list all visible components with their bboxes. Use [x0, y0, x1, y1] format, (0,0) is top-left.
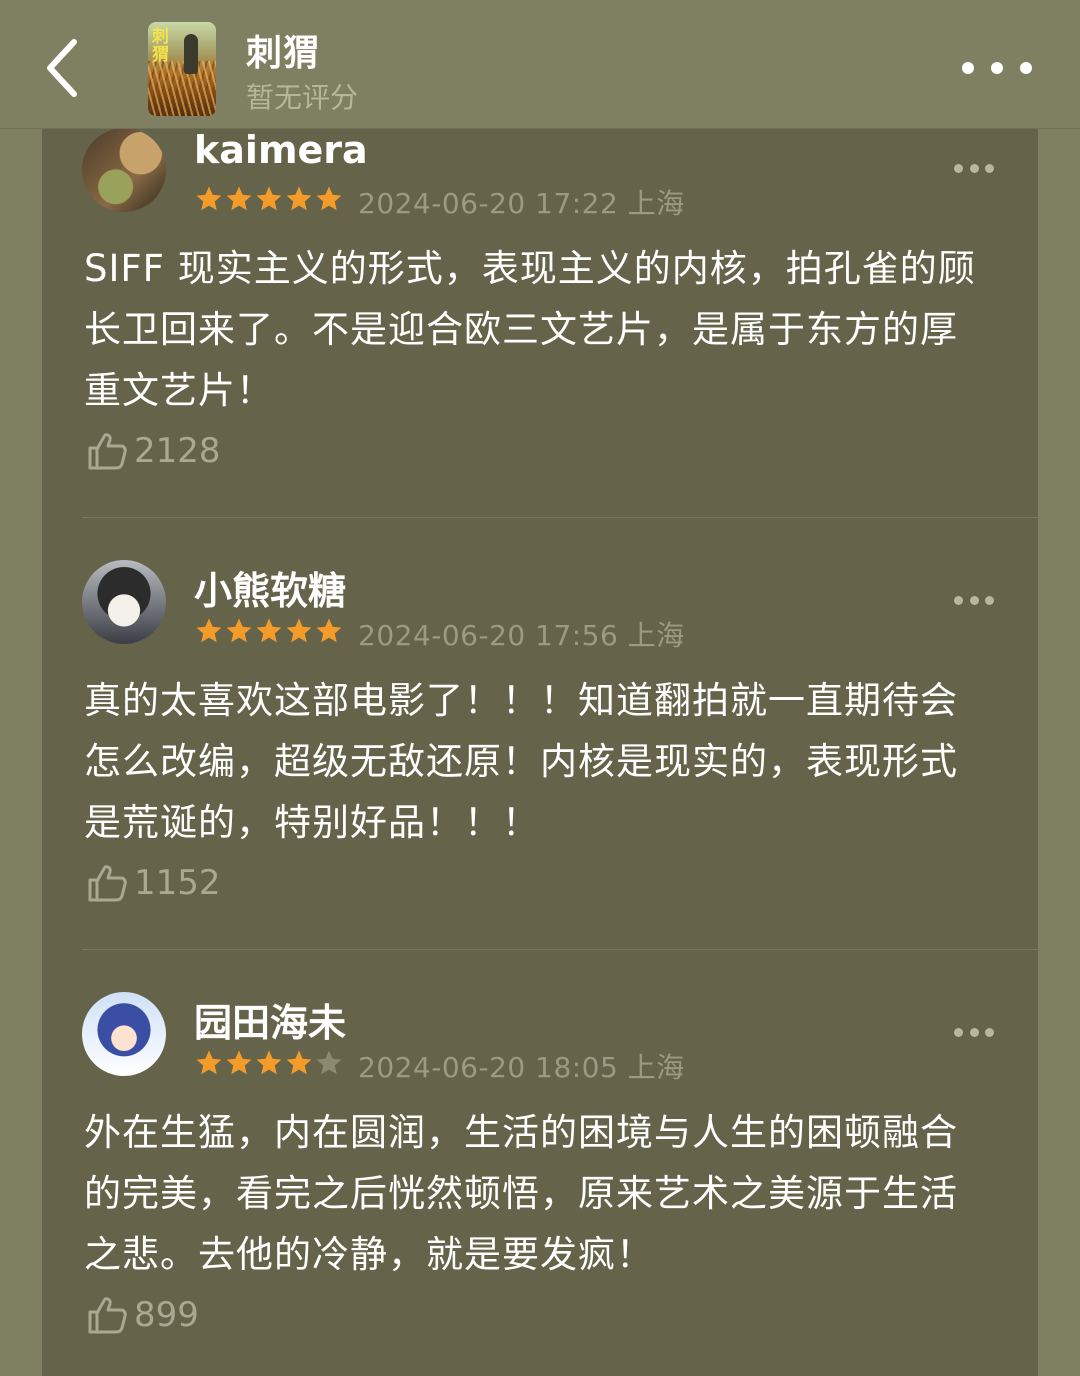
review-item: 小熊软糖 2024-06-20 17:56 上海 真的太喜欢这部电影了！！！知道…: [42, 560, 1038, 952]
star-filled-icon: [256, 618, 282, 643]
more-options-button[interactable]: [962, 46, 1032, 90]
avatar[interactable]: [82, 560, 166, 644]
chevron-left-icon: [47, 39, 77, 97]
movie-poster[interactable]: 刺猬: [148, 22, 216, 116]
star-filled-icon: [286, 186, 312, 211]
review-content: 真的太喜欢这部电影了！！！知道翻拍就一直期待会怎么改编，超级无敌还原！内核是现实…: [84, 679, 958, 844]
back-button[interactable]: [30, 30, 94, 106]
review-content: 外在生猛，内在圆润，生活的困境与人生的困顿融合的完美，看完之后恍然顿悟，原来艺术…: [84, 1111, 958, 1276]
star-filled-icon: [196, 1050, 222, 1075]
review-username[interactable]: 园田海未: [194, 992, 346, 1047]
star-filled-icon: [226, 1050, 252, 1075]
star-rating: [194, 1048, 344, 1078]
review-more-button[interactable]: [954, 590, 994, 610]
review-meta: 2024-06-20 17:22 上海: [358, 187, 685, 220]
poster-figure: [184, 34, 198, 74]
star-rating: [194, 616, 344, 646]
star-filled-icon: [196, 186, 222, 211]
movie-header: 刺猬 刺猬 暂无评分: [0, 0, 1080, 129]
divider: [82, 949, 1038, 950]
like-count: 2128: [134, 431, 221, 471]
star-filled-icon: [226, 186, 252, 211]
more-dot: [1020, 62, 1032, 74]
more-dot: [985, 1027, 994, 1037]
more-dot: [991, 62, 1003, 74]
avatar[interactable]: [82, 992, 166, 1076]
movie-rating-status: 暂无评分: [246, 81, 359, 114]
thumbs-up-icon: [88, 433, 127, 470]
review-meta: 2024-06-20 18:05 上海: [358, 1051, 685, 1084]
more-dot: [969, 595, 979, 605]
more-horizontal-icon: [954, 1027, 963, 1037]
like-button[interactable]: 2128: [86, 430, 221, 472]
more-dot: [985, 163, 994, 173]
more-dot: [985, 595, 994, 605]
star-filled-icon: [316, 618, 342, 643]
review-username[interactable]: 小熊软糖: [194, 560, 346, 615]
review-item: kaimera 2024-06-20 17:22 上海 SIFF 现实主义的形式…: [42, 128, 1038, 520]
review-item: 园田海未 2024-06-20 18:05 上海 外在生猛，内在圆润，生活的困境…: [42, 992, 1038, 1376]
more-dot: [969, 163, 979, 173]
more-horizontal-icon: [954, 595, 963, 605]
like-button[interactable]: 1152: [86, 862, 221, 904]
review-meta: 2024-06-20 17:56 上海: [358, 619, 685, 652]
movie-title: 刺猬: [246, 33, 321, 74]
star-rating: [194, 184, 344, 214]
star-filled-icon: [286, 1050, 312, 1075]
like-count: 899: [134, 1295, 199, 1335]
star-filled-icon: [256, 186, 282, 211]
like-count: 1152: [134, 863, 221, 903]
review-more-button[interactable]: [954, 158, 994, 178]
star-filled-icon: [226, 618, 252, 643]
review-username[interactable]: kaimera: [194, 128, 368, 172]
star-filled-icon: [286, 618, 312, 643]
thumbs-up-icon: [88, 865, 127, 902]
more-horizontal-icon: [954, 163, 963, 173]
poster-art: [148, 61, 216, 116]
star-filled-icon: [196, 618, 222, 643]
more-horizontal-icon: [962, 62, 974, 74]
more-dot: [969, 1027, 979, 1037]
star-filled-icon: [316, 186, 342, 211]
avatar[interactable]: [82, 128, 166, 212]
star-filled-icon: [256, 1050, 282, 1075]
like-button[interactable]: 899: [86, 1294, 199, 1336]
thumbs-up-icon: [88, 1297, 127, 1334]
review-content: SIFF 现实主义的形式，表现主义的内核，拍孔雀的顾长卫回来了。不是迎合欧三文艺…: [84, 247, 976, 412]
divider: [82, 517, 1038, 518]
star-empty-icon: [316, 1050, 342, 1075]
review-more-button[interactable]: [954, 1022, 994, 1042]
poster-title: 刺猬: [152, 27, 169, 65]
